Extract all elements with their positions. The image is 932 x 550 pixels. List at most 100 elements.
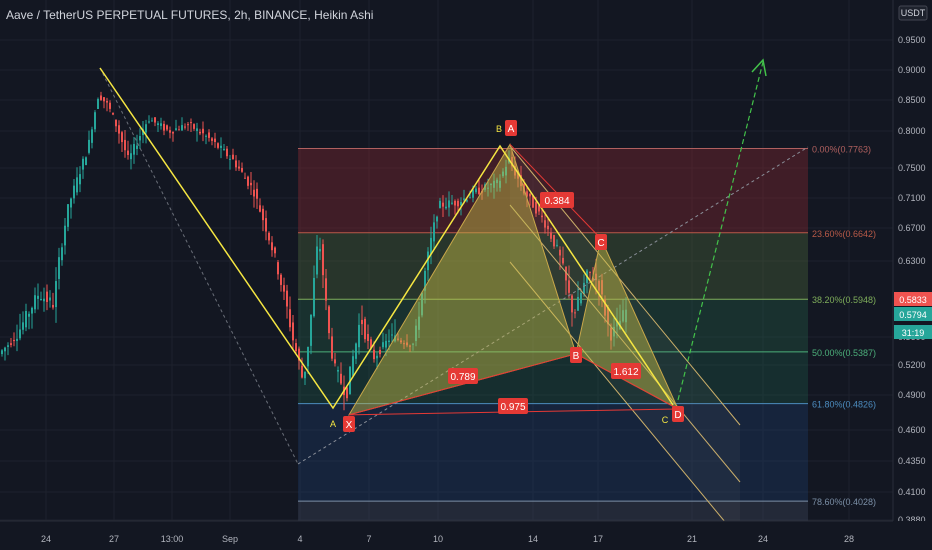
candle-body <box>106 100 108 103</box>
abcd-label-b: B <box>496 124 502 134</box>
fib-level-label: 23.60%(0.6642) <box>812 229 876 239</box>
candle-body <box>313 277 315 317</box>
candle-body <box>52 304 54 308</box>
candle-body <box>337 370 339 372</box>
candle-body <box>46 291 48 303</box>
point-d-label: D <box>674 410 681 421</box>
price-tick-label: 0.7500 <box>898 163 926 173</box>
candle-body <box>361 319 363 325</box>
time-tick-label: 27 <box>109 534 119 544</box>
candle-body <box>346 387 348 399</box>
price-tick-label: 0.4900 <box>898 390 926 400</box>
fib-level-label: 78.60%(0.4028) <box>812 497 876 507</box>
candle-body <box>112 113 114 115</box>
fib-level-label: 50.00%(0.5387) <box>812 348 876 358</box>
candle-body <box>130 153 132 160</box>
candle-body <box>154 117 156 123</box>
candle-body <box>454 200 456 206</box>
candle-body <box>121 132 123 143</box>
candle-body <box>100 95 102 100</box>
candle-body <box>94 112 96 130</box>
ratio-label: 0.789 <box>450 372 475 383</box>
candle-body <box>325 278 327 301</box>
candle-body <box>31 307 33 314</box>
candle-body <box>22 322 24 330</box>
candle-body <box>67 204 69 227</box>
candle-body <box>61 247 63 261</box>
candle-body <box>286 290 288 307</box>
candle-body <box>175 128 177 130</box>
fib-level-label: 61.80%(0.4826) <box>812 400 876 410</box>
point-c-label: C <box>597 238 604 249</box>
time-tick-label: 7 <box>366 534 371 544</box>
candle-body <box>118 125 120 134</box>
candle-body <box>307 346 309 367</box>
candle-body <box>58 257 60 279</box>
candle-body <box>364 318 366 340</box>
candle-body <box>244 177 246 179</box>
candle-body <box>295 343 297 352</box>
point-b-label: B <box>573 351 580 362</box>
candle-body <box>10 343 12 345</box>
price-axis-bg <box>893 0 932 550</box>
candle-body <box>139 136 141 141</box>
point-a-label: A <box>508 124 515 135</box>
candle-body <box>442 202 444 207</box>
price-tick-label: 0.6300 <box>898 256 926 266</box>
candle-body <box>448 200 450 208</box>
candle-body <box>292 322 294 341</box>
candle-body <box>226 148 228 157</box>
last-price-tag: 0.5833 <box>899 295 927 305</box>
candle-body <box>49 297 51 301</box>
candle-body <box>223 148 225 150</box>
candle-body <box>466 200 468 202</box>
candle-body <box>172 131 174 134</box>
candle-body <box>328 306 330 334</box>
candle-body <box>217 143 219 148</box>
candle-body <box>340 373 342 384</box>
candle-body <box>145 124 147 133</box>
candle-body <box>163 123 165 131</box>
candle-body <box>73 185 75 199</box>
bid-price-tag: 0.5794 <box>899 310 927 320</box>
candle-body <box>289 309 291 328</box>
candle-body <box>160 123 162 126</box>
candle-body <box>235 160 237 168</box>
candle-body <box>28 313 30 317</box>
candle-body <box>376 355 378 359</box>
candle-body <box>220 145 222 148</box>
price-tick-label: 0.8000 <box>898 126 926 136</box>
candle-body <box>304 371 306 379</box>
candle-body <box>367 334 369 342</box>
candle-body <box>310 314 312 346</box>
time-tick-label: 17 <box>593 534 603 544</box>
candle-body <box>280 274 282 285</box>
candle-body <box>127 150 129 155</box>
fib-level-label: 0.00%(0.7763) <box>812 145 871 155</box>
candle-body <box>262 208 264 221</box>
candle-body <box>166 125 168 130</box>
time-tick-label: 28 <box>844 534 854 544</box>
candle-body <box>4 347 6 352</box>
candle-body <box>40 298 42 300</box>
candle-body <box>148 121 150 123</box>
candle-body <box>475 188 477 193</box>
candle-body <box>181 125 183 131</box>
candle-body <box>214 138 216 143</box>
point-x-label: X <box>346 420 353 431</box>
candle-body <box>103 97 105 102</box>
candle-body <box>13 339 15 342</box>
candle-body <box>238 166 240 169</box>
candle-body <box>391 334 393 336</box>
candle-body <box>433 222 435 242</box>
candle-body <box>301 365 303 378</box>
ratio-label: 0.975 <box>500 402 525 413</box>
candle-body <box>253 189 255 197</box>
candle-body <box>76 177 78 193</box>
candle-body <box>355 343 357 359</box>
price-tick-label: 0.9500 <box>898 35 926 45</box>
price-tick-label: 0.6700 <box>898 223 926 233</box>
time-tick-label: 21 <box>687 534 697 544</box>
candle-body <box>331 336 333 359</box>
ratio-label: 0.384 <box>544 196 569 207</box>
